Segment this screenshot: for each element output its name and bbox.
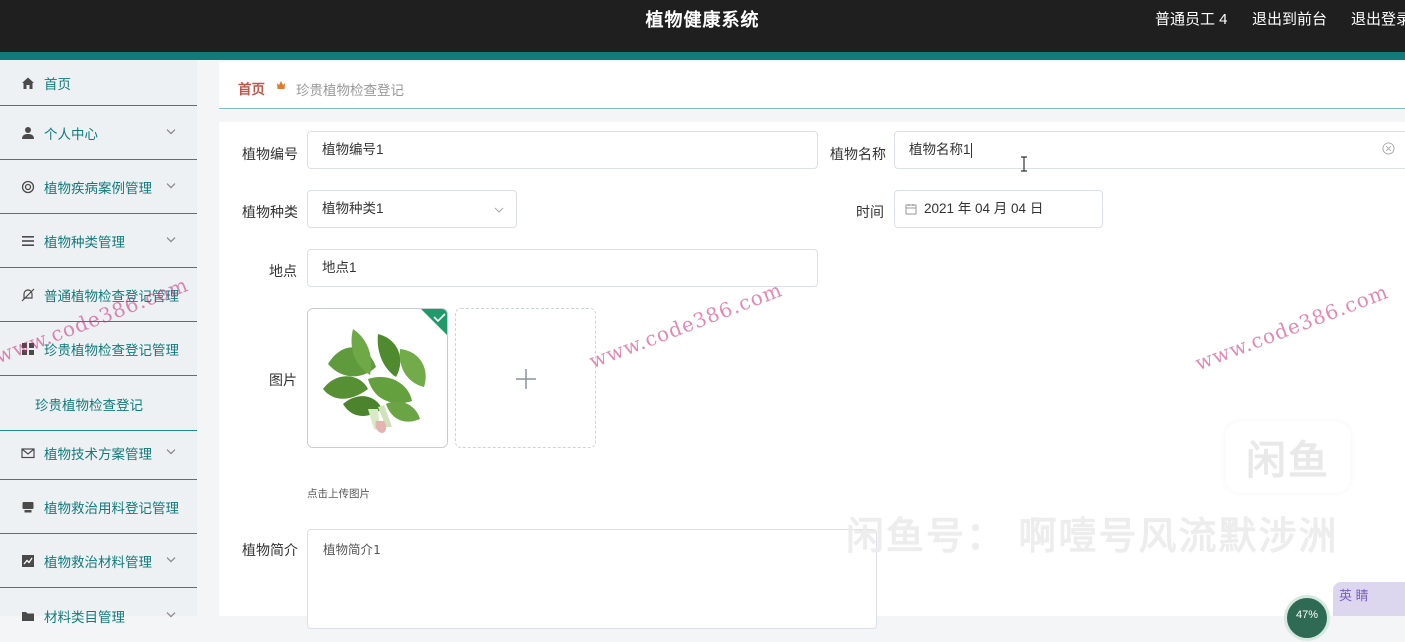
sidebar-item-label: 植物种类管理 <box>44 235 125 250</box>
sidebar-item-label: 植物救治材料管理 <box>44 555 152 570</box>
chevron-down-icon <box>494 207 504 213</box>
chevron-down-icon <box>166 557 176 563</box>
text-cursor-icon <box>1021 156 1027 172</box>
logout-link[interactable]: 退出登录 <box>1351 8 1405 29</box>
plant-name-value: 植物名称1 <box>909 142 971 157</box>
sidebar-item-label: 植物疾病案例管理 <box>44 181 152 196</box>
plant-code-label: 植物编号 <box>242 146 298 162</box>
sidebar-item-treatment-materials[interactable]: 植物救治材料管理 <box>0 535 197 588</box>
breadcrumb-current: 珍贵植物检查登记 <box>296 83 404 98</box>
ime-widget: 英 睛 <box>1333 582 1405 616</box>
sidebar-item-home[interactable]: 首页 <box>0 60 197 106</box>
home-icon <box>20 75 36 91</box>
chevron-down-icon <box>166 611 176 617</box>
plant-code-input[interactable]: 植物编号1 <box>307 131 818 169</box>
sidebar-item-label: 个人中心 <box>44 127 98 142</box>
top-bar: 植物健康系统 普通员工 4 退出到前台 退出登录 <box>0 0 1405 52</box>
date-value: 2021 年 04 月 04 日 <box>924 201 1044 216</box>
breadcrumb: 首页 珍贵植物检查登记 <box>219 62 1405 109</box>
sidebar-item-label: 首页 <box>44 76 71 92</box>
current-user: 普通员工 4 <box>1155 11 1228 28</box>
upload-button[interactable] <box>455 308 596 448</box>
place-label: 地点 <box>269 263 297 279</box>
mail-icon <box>20 445 36 461</box>
place-input[interactable]: 地点1 <box>307 249 818 287</box>
sidebar-subitem-label: 珍贵植物检查登记 <box>35 397 143 413</box>
sidebar-subitem-precious-register[interactable]: 珍贵植物检查登记 <box>0 377 197 431</box>
sidebar-item-treatment-usage[interactable]: 植物救治用料登记管理 <box>0 481 197 534</box>
chevron-down-icon <box>166 129 176 135</box>
plant-type-label: 植物种类 <box>242 204 298 220</box>
sidebar-item-disease-cases[interactable]: 植物疾病案例管理 <box>0 161 197 214</box>
plant-type-value: 植物种类1 <box>322 201 384 216</box>
plant-name-input[interactable]: 植物名称1 <box>894 131 1405 169</box>
separator-band <box>219 110 1405 122</box>
bell-off-icon <box>20 287 36 303</box>
plant-type-select[interactable]: 植物种类1 <box>307 190 517 228</box>
intro-textarea[interactable]: 植物简介1 <box>307 529 877 629</box>
sidebar-item-label: 植物技术方案管理 <box>44 447 152 462</box>
calendar-icon <box>905 204 917 215</box>
clear-icon[interactable] <box>1382 142 1395 155</box>
back-to-front-link[interactable]: 退出到前台 <box>1252 8 1327 29</box>
user-icon <box>20 125 36 141</box>
list-icon <box>20 233 36 249</box>
chevron-down-icon <box>166 449 176 455</box>
breadcrumb-home[interactable]: 首页 <box>238 78 265 98</box>
plant-photo <box>308 309 447 447</box>
chart-icon <box>20 553 36 569</box>
sidebar-item-label: 植物救治用料登记管理 <box>44 501 179 516</box>
sidebar-item-tech-plans[interactable]: 植物技术方案管理 <box>0 427 197 480</box>
breadcrumb-separator-icon <box>277 81 285 89</box>
box-icon <box>20 499 36 515</box>
image-label: 图片 <box>269 372 297 388</box>
uploaded-image-card[interactable] <box>307 308 448 448</box>
date-picker-input[interactable]: 2021 年 04 月 04 日 <box>894 190 1103 228</box>
sidebar-item-personal-center[interactable]: 个人中心 <box>0 107 197 160</box>
intro-label: 植物简介 <box>242 542 298 558</box>
plus-icon <box>516 369 536 389</box>
plant-name-label: 植物名称 <box>830 146 886 162</box>
text-caret <box>970 142 972 158</box>
chevron-down-icon <box>166 183 176 189</box>
header-accent-bar <box>0 52 1405 60</box>
sidebar-item-plant-types[interactable]: 植物种类管理 <box>0 215 197 268</box>
xianyu-logo: 闲鱼 <box>1225 421 1351 493</box>
xianyu-watermark-text: 闲鱼号： 啊噎号风流默涉洲 <box>846 516 1339 558</box>
upload-hint: 点击上传图片 <box>307 488 370 500</box>
chevron-down-icon <box>166 237 176 243</box>
target-icon <box>20 179 36 195</box>
progress-badge: 47% <box>1284 595 1330 641</box>
time-label: 时间 <box>856 204 884 220</box>
